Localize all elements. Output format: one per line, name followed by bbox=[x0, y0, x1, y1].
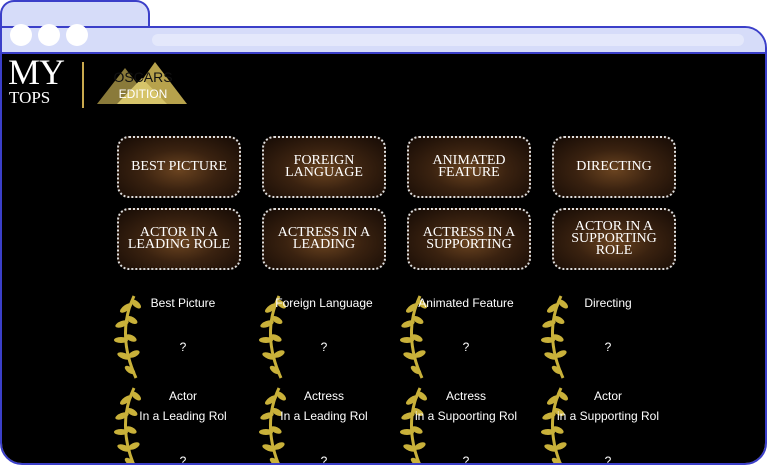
window-controls bbox=[10, 24, 88, 46]
pick-title-line1: Actress bbox=[303, 389, 344, 403]
category-actress-leading-button[interactable]: ACTRESS IN A LEADING bbox=[262, 208, 386, 270]
pick-title-line1: Actress bbox=[445, 389, 486, 403]
browser-window: MY TOPS OSCARS EDITION BEST PICTURE FORE… bbox=[0, 0, 767, 465]
logo-divider bbox=[82, 62, 84, 108]
pick-value: ? bbox=[320, 340, 328, 354]
address-bar[interactable] bbox=[152, 34, 744, 46]
category-best-picture-button[interactable]: BEST PICTURE bbox=[117, 136, 241, 198]
pick-title-line1: Actor bbox=[593, 389, 622, 403]
category-foreign-language-button[interactable]: FOREIGN LANGUAGE bbox=[262, 136, 386, 198]
pick-title: Animated Feature bbox=[418, 296, 514, 310]
pick-title: Foreign Language bbox=[275, 296, 373, 310]
badge-edition-text: EDITION bbox=[119, 87, 168, 101]
pick-value: ? bbox=[462, 340, 470, 354]
pick-title: Directing bbox=[584, 296, 632, 310]
pick-title-line2: in a Supoorting Rol bbox=[414, 409, 518, 423]
pick-title-line2: In a Leading Rol bbox=[280, 409, 368, 423]
pick-value: ? bbox=[462, 454, 470, 465]
logo-my-text: MY bbox=[8, 52, 65, 92]
category-animated-feature-button[interactable]: ANIMATED FEATURE bbox=[407, 136, 531, 198]
pick-value: ? bbox=[604, 454, 612, 465]
category-actor-leading-button[interactable]: ACTOR IN A LEADING ROLE bbox=[117, 208, 241, 270]
window-dot-icon[interactable] bbox=[10, 24, 32, 46]
pick-value: ? bbox=[179, 340, 187, 354]
logo-tops-text: TOPS bbox=[9, 88, 51, 107]
pick-value: ? bbox=[604, 340, 612, 354]
category-actress-supporting-button[interactable]: ACTRESS IN A SUPPORTING bbox=[407, 208, 531, 270]
pick-title-line1: Actor bbox=[168, 389, 197, 403]
category-actor-supporting-button[interactable]: ACTOR IN A SUPPORTING ROLE bbox=[552, 208, 676, 270]
badge-oscars-text: OSCARS bbox=[113, 69, 172, 85]
window-dot-icon[interactable] bbox=[38, 24, 60, 46]
pick-title-line2: In a Leading Rol bbox=[139, 409, 227, 423]
pick-value: ? bbox=[179, 454, 187, 465]
page-viewport: MY TOPS OSCARS EDITION BEST PICTURE FORE… bbox=[2, 52, 765, 465]
oscars-edition-badge: OSCARS EDITION bbox=[97, 62, 187, 104]
pick-title: Best Picture bbox=[150, 296, 216, 310]
pick-title-line2: in a Supporting Rol bbox=[556, 409, 660, 423]
category-directing-button[interactable]: DIRECTING bbox=[552, 136, 676, 198]
window-dot-icon[interactable] bbox=[66, 24, 88, 46]
pick-value: ? bbox=[320, 454, 328, 465]
browser-body: MY TOPS OSCARS EDITION BEST PICTURE FORE… bbox=[0, 26, 767, 465]
